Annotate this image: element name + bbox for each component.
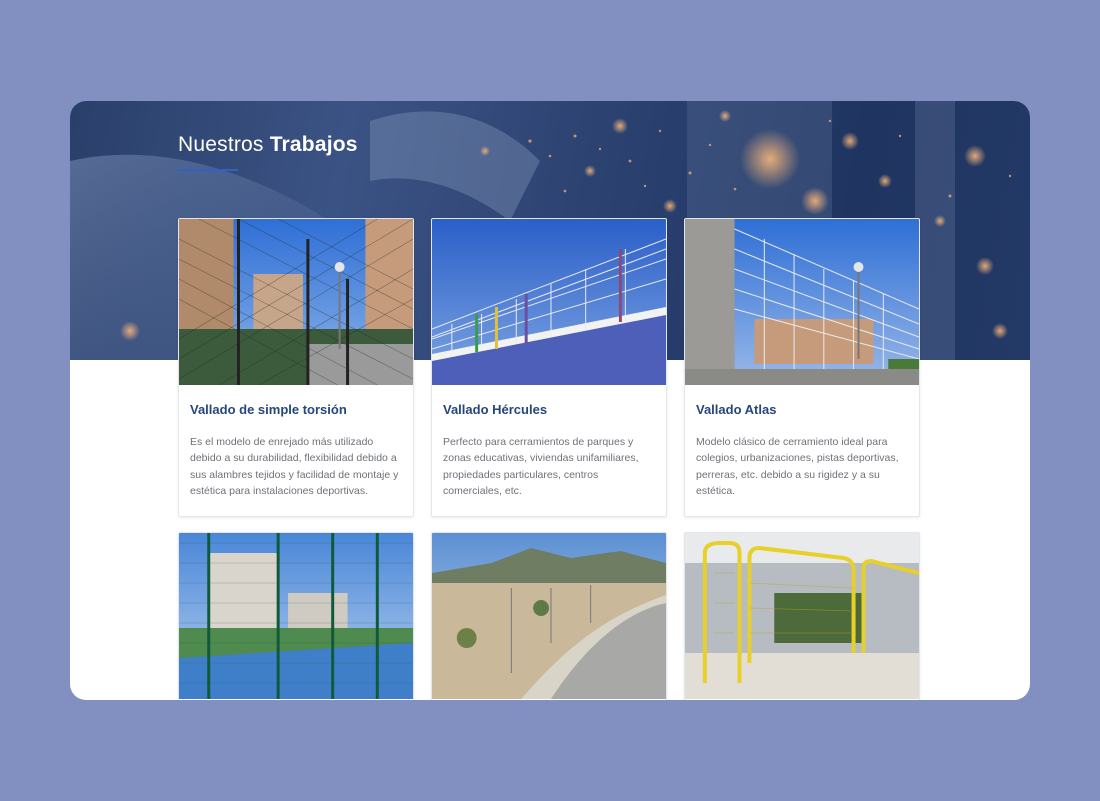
project-description: Es el modelo de enrejado más utilizado d… — [190, 436, 399, 497]
project-description: Perfecto para cerramientos de parques y … — [443, 436, 639, 497]
project-card[interactable] — [684, 532, 920, 700]
project-image — [179, 533, 413, 699]
project-card[interactable] — [178, 532, 414, 700]
section-title: Nuestros Trabajos — [178, 133, 358, 157]
project-title[interactable]: Vallado Atlas — [685, 385, 919, 417]
project-card[interactable]: Vallado Hércules Perfecto para cerramien… — [431, 218, 667, 517]
project-title[interactable]: Vallado Hércules — [432, 385, 666, 417]
section-title-light: Nuestros — [178, 133, 264, 156]
content-window: Nuestros Trabajos Vallado de simple tors… — [70, 101, 1030, 700]
project-image — [179, 219, 413, 385]
project-image — [432, 533, 666, 699]
section-title-bold: Trabajos — [269, 133, 358, 156]
title-underline — [178, 169, 238, 171]
project-image — [685, 219, 919, 385]
project-card[interactable]: Vallado Atlas Modelo clásico de cerramie… — [684, 218, 920, 517]
project-card[interactable]: Vallado de simple torsión Es el modelo d… — [178, 218, 414, 517]
project-description: Modelo clásico de cerramiento ideal para… — [696, 436, 899, 497]
project-image — [685, 533, 919, 699]
project-image — [432, 219, 666, 385]
project-card[interactable] — [431, 532, 667, 700]
project-title[interactable]: Vallado de simple torsión — [179, 385, 413, 417]
